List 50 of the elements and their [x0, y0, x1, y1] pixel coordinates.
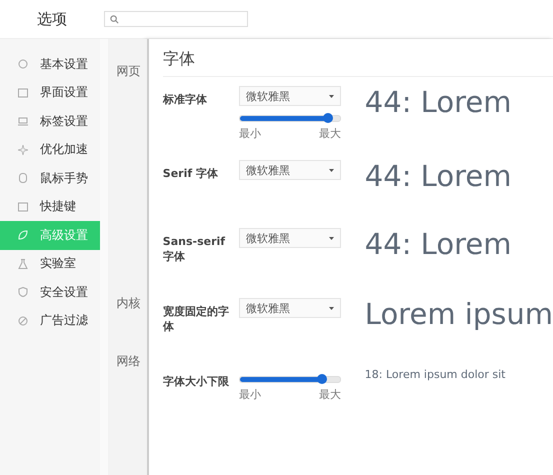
sidebar-item[interactable]: 界面设置 [0, 78, 100, 107]
font-preview: 18: Lorem ipsum dolor sit [364, 368, 506, 381]
block-icon [18, 316, 28, 326]
caret-icon [328, 168, 334, 172]
caret-icon [328, 236, 334, 240]
font-label: Serif 字体 [162, 166, 219, 181]
font-preview: 44: Lorem [364, 84, 512, 120]
font-preview: Lorem ipsum [364, 296, 553, 332]
font-preview: 44: Lorem [364, 226, 512, 262]
size-slider[interactable] [238, 376, 341, 383]
dialog-title: 字体 [162, 49, 553, 77]
slider-thumb[interactable] [316, 374, 327, 384]
sidebar-item[interactable]: 鼠标手势 [0, 164, 100, 192]
section-heading: 网页 [116, 63, 140, 80]
sidebar-item[interactable]: 快捷键 [0, 192, 100, 221]
circle-icon [18, 59, 28, 70]
flask-icon [18, 258, 28, 269]
caret-icon [328, 306, 334, 310]
font-label: 宽度固定的字体 [162, 304, 230, 334]
section-heading: 网络 [116, 353, 140, 370]
sidebar-item[interactable]: 优化加速 [0, 136, 100, 164]
search-icon [110, 14, 119, 24]
leaf-icon [18, 230, 28, 240]
font-dropdown[interactable]: 微软雅黑 [238, 228, 341, 248]
sidebar-item[interactable]: 标签设置 [0, 107, 100, 136]
max-label: 最大 [318, 387, 341, 402]
section-heading: 内核 [116, 295, 140, 312]
mouse-icon [18, 173, 28, 184]
window-title: 选项 [36, 10, 68, 28]
sidebar-item[interactable]: 安全设置 [0, 278, 100, 306]
shield-icon [18, 287, 28, 298]
window-icon [18, 88, 28, 98]
font-label: 标准字体 [162, 92, 208, 107]
sidebar-item[interactable]: 实验室 [0, 250, 100, 278]
font-label: 字体大小下限 [162, 374, 230, 389]
font-dropdown[interactable]: 微软雅黑 [238, 298, 341, 318]
min-label: 最小 [238, 126, 261, 141]
slider-thumb[interactable] [322, 113, 333, 123]
font-label: Sans-serif 字体 [162, 234, 226, 264]
caret-icon [328, 94, 334, 98]
min-label: 最小 [238, 387, 261, 402]
max-label: 最大 [318, 126, 341, 141]
sidebar-item[interactable]: 广告过滤 [0, 306, 100, 335]
size-slider[interactable] [238, 115, 341, 122]
sidebar-item[interactable]: 基本设置 [0, 50, 100, 78]
font-preview: 44: Lorem [364, 158, 512, 194]
sparkle-icon [18, 144, 28, 155]
font-dropdown[interactable]: 微软雅黑 [238, 160, 341, 180]
font-dropdown[interactable]: 微软雅黑 [238, 86, 341, 106]
search-field[interactable] [104, 11, 248, 27]
